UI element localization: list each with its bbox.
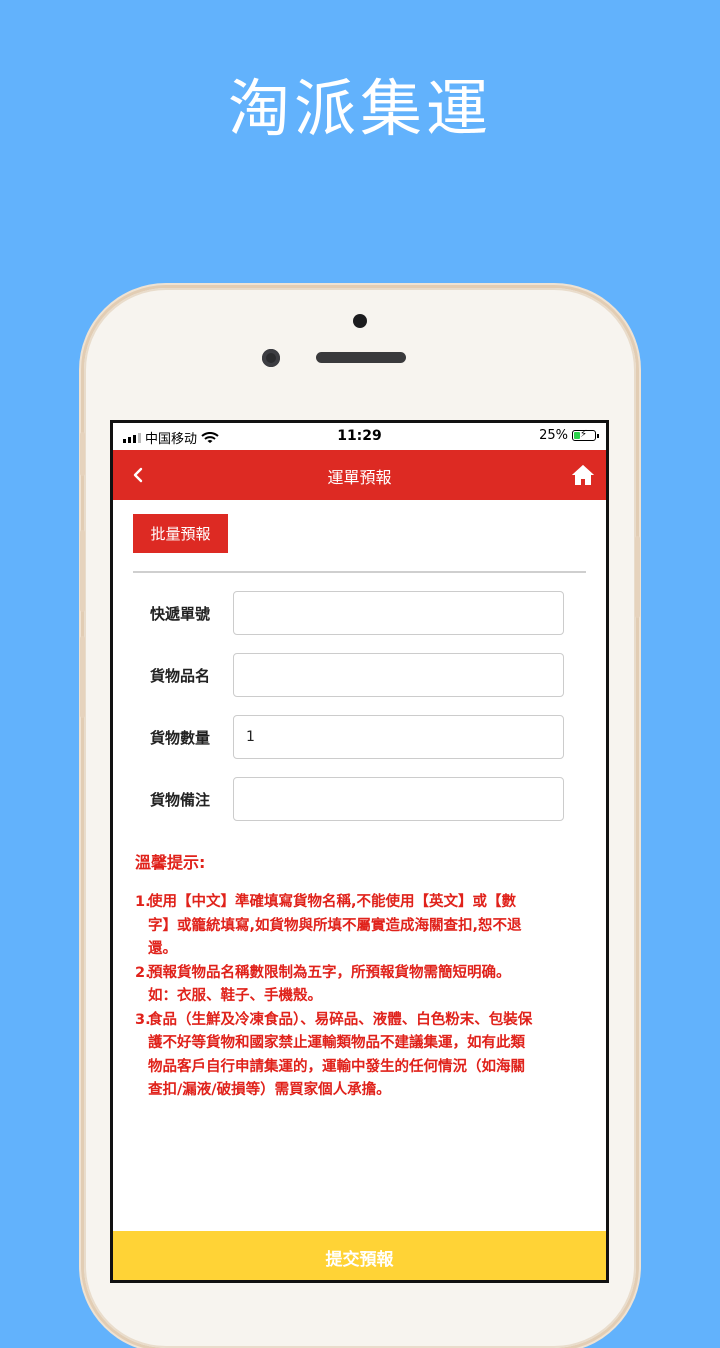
earpiece-speaker bbox=[316, 352, 406, 363]
battery-icon: ⚡ bbox=[572, 429, 599, 441]
sensor-dot bbox=[353, 314, 367, 328]
battery-percent: 25% bbox=[539, 428, 568, 443]
tip-text: 食品（生鮮及冷凍食品）、易碎品、液體、白色粉末、包裝保護不好等貨物和國家禁止運輸… bbox=[148, 1011, 533, 1099]
tip-text: 預報貨物品名稱數限制為五字，所預報貨物需簡短明确。如：衣服、鞋子、手機殼。 bbox=[148, 964, 511, 1005]
status-bar: 中国移动 11:29 25% ⚡ bbox=[113, 423, 606, 450]
form-row-goods-remark: 貨物備注 bbox=[133, 777, 565, 821]
tip-item: 2. 預報貨物品名稱數限制為五字，所預報貨物需簡短明确。如：衣服、鞋子、手機殼。 bbox=[135, 962, 535, 1009]
form-row-tracking-number: 快遞單號 bbox=[133, 591, 565, 635]
tips-title: 溫馨提示: bbox=[135, 853, 206, 872]
form-row-goods-quantity: 貨物數量 1 bbox=[133, 715, 565, 759]
submit-forecast-button[interactable]: 提交預報 bbox=[113, 1231, 606, 1280]
goods-name-label: 貨物品名 bbox=[150, 667, 211, 685]
page-title: 運單預報 bbox=[327, 468, 392, 487]
tip-number: 2. bbox=[135, 964, 151, 981]
tip-text: 使用【中文】準確填寫貨物名稱,不能使用【英文】或【數字】或籠統填寫,如貨物與所填… bbox=[148, 894, 522, 957]
goods-remark-label: 貨物備注 bbox=[150, 791, 211, 809]
form-row-goods-name: 貨物品名 bbox=[133, 653, 565, 697]
tracking-number-label: 快遞單號 bbox=[150, 605, 211, 623]
divider bbox=[133, 571, 586, 573]
tips-list: 1. 使用【中文】準確填寫貨物名稱,不能使用【英文】或【數字】或籠統填寫,如貨物… bbox=[135, 891, 535, 1103]
power-button bbox=[635, 536, 640, 618]
nav-bar: 運單預報 bbox=[113, 450, 606, 500]
batch-forecast-button[interactable]: 批量預報 bbox=[133, 514, 228, 553]
home-icon[interactable] bbox=[570, 462, 596, 488]
phone-screen: 中国移动 11:29 25% ⚡ 運單預報 批量預報 快遞單號 貨物品名 貨物數… bbox=[113, 423, 606, 1280]
goods-remark-input[interactable] bbox=[233, 777, 564, 821]
tracking-number-input[interactable] bbox=[233, 591, 564, 635]
tip-item: 3. 食品（生鮮及冷凍食品）、易碎品、液體、白色粉末、包裝保護不好等貨物和國家禁… bbox=[135, 1009, 535, 1103]
tip-item: 1. 使用【中文】準確填寫貨物名稱,不能使用【英文】或【數字】或籠統填寫,如貨物… bbox=[135, 891, 535, 962]
promo-title: 淘派集運 bbox=[227, 72, 492, 145]
goods-quantity-label: 貨物數量 bbox=[150, 729, 211, 747]
tip-number: 1. bbox=[135, 894, 151, 910]
volume-down-button bbox=[80, 636, 85, 718]
volume-up-button bbox=[80, 530, 85, 612]
tip-number: 3. bbox=[135, 1011, 151, 1028]
mute-switch bbox=[80, 432, 85, 476]
goods-quantity-input[interactable]: 1 bbox=[233, 715, 564, 759]
clock: 11:29 bbox=[337, 428, 382, 444]
front-camera bbox=[262, 349, 280, 367]
goods-name-input[interactable] bbox=[233, 653, 564, 697]
